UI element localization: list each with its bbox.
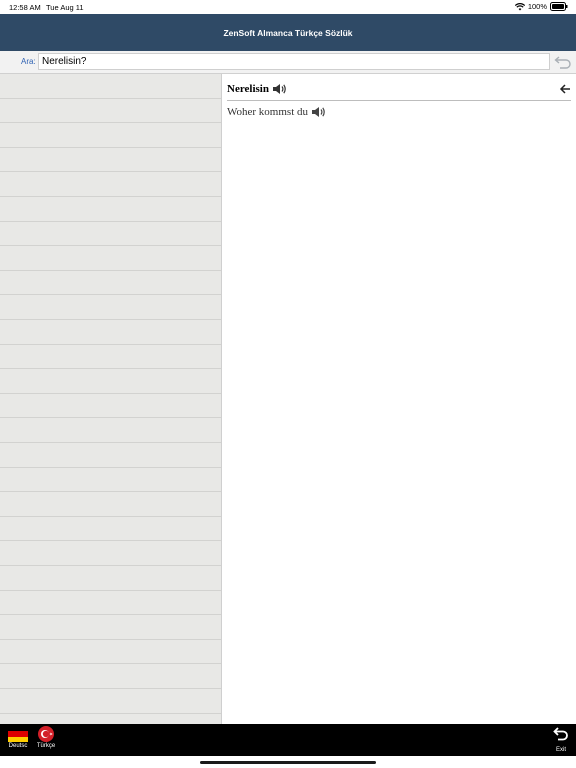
list-item[interactable] <box>0 418 221 443</box>
exit-button[interactable]: Exit <box>552 726 570 754</box>
list-item[interactable] <box>0 172 221 197</box>
lang-german-button[interactable]: Deutsc <box>5 726 31 754</box>
list-item[interactable] <box>0 369 221 394</box>
wifi-icon <box>514 2 525 11</box>
list-item[interactable] <box>0 664 221 689</box>
list-item[interactable] <box>0 394 221 419</box>
lang-german-label: Deutsc <box>8 743 28 749</box>
app-title-bar: ZenSoft Almanca Türkçe Sözlük <box>0 14 576 51</box>
search-bar: Ara: Nerelisin? <box>0 51 576 74</box>
search-input[interactable]: Nerelisin? <box>38 53 550 70</box>
german-flag-icon <box>8 726 28 742</box>
list-item[interactable] <box>0 591 221 616</box>
speaker-icon[interactable] <box>272 83 287 95</box>
back-arrow-icon[interactable] <box>559 82 571 94</box>
word-list[interactable] <box>0 74 221 724</box>
list-item[interactable] <box>0 99 221 124</box>
battery-percent: 100% <box>527 2 547 11</box>
battery-icon <box>550 2 568 11</box>
list-item[interactable] <box>0 74 221 99</box>
list-item[interactable] <box>0 345 221 370</box>
detail-pane: Nerelisin Woher kommst du <box>222 74 576 724</box>
list-item[interactable] <box>0 271 221 296</box>
translation-row: Woher kommst du <box>227 106 326 118</box>
list-item[interactable] <box>0 714 221 724</box>
turkish-flag-icon <box>38 726 54 742</box>
exit-icon <box>553 726 569 747</box>
list-item[interactable] <box>0 320 221 345</box>
list-item[interactable] <box>0 246 221 271</box>
app-title: ZenSoft Almanca Türkçe Sözlük <box>223 27 353 38</box>
list-item[interactable] <box>0 566 221 591</box>
headword-row: Nerelisin <box>227 83 287 95</box>
home-area <box>0 756 576 768</box>
lang-turkish-label: Türkçe <box>36 743 56 749</box>
home-indicator[interactable] <box>200 761 376 764</box>
list-item[interactable] <box>0 615 221 640</box>
detail-header: Nerelisin <box>227 78 571 101</box>
status-bar: 12:58 AM Tue Aug 11 100% <box>0 0 576 14</box>
headword: Nerelisin <box>227 83 269 95</box>
list-item[interactable] <box>0 148 221 173</box>
list-item[interactable] <box>0 640 221 665</box>
list-item[interactable] <box>0 541 221 566</box>
status-indicators: 100% <box>514 2 568 11</box>
undo-icon[interactable] <box>554 54 572 70</box>
search-label: Ara: <box>21 57 36 66</box>
list-item[interactable] <box>0 492 221 517</box>
bottom-toolbar: Deutsc Türkçe Exit <box>0 724 576 756</box>
exit-label: Exit <box>555 747 566 753</box>
translation-text: Woher kommst du <box>227 106 308 118</box>
list-item[interactable] <box>0 123 221 148</box>
status-time: 12:58 AM <box>9 3 41 12</box>
list-item[interactable] <box>0 295 221 320</box>
list-item[interactable] <box>0 197 221 222</box>
status-date: Tue Aug 11 <box>46 3 84 12</box>
lang-turkish-button[interactable]: Türkçe <box>33 726 59 754</box>
list-item[interactable] <box>0 222 221 247</box>
list-item[interactable] <box>0 443 221 468</box>
list-item[interactable] <box>0 468 221 493</box>
list-item[interactable] <box>0 517 221 542</box>
list-item[interactable] <box>0 689 221 714</box>
speaker-icon[interactable] <box>311 106 326 118</box>
